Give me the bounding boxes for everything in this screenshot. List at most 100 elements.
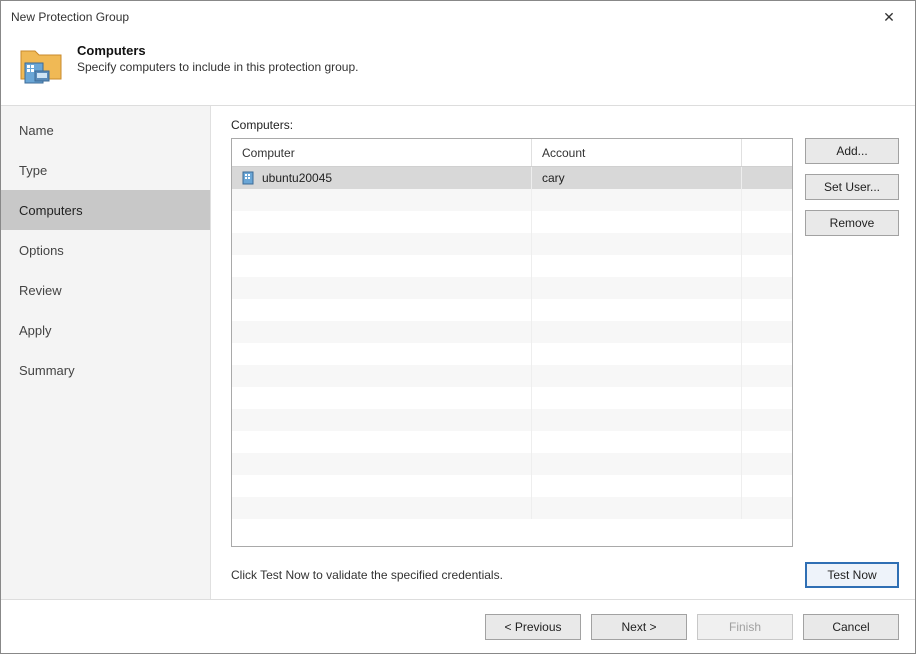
finish-button: Finish — [697, 614, 793, 640]
wizard-sidebar: Name Type Computers Options Review Apply… — [1, 106, 211, 599]
titlebar: New Protection Group ✕ — [1, 1, 915, 33]
table-row[interactable] — [232, 497, 792, 519]
hint-text: Click Test Now to validate the specified… — [231, 568, 503, 582]
sidebar-item-options[interactable]: Options — [1, 230, 210, 270]
sidebar-item-summary[interactable]: Summary — [1, 350, 210, 390]
cell-empty — [532, 343, 742, 365]
cell-empty — [532, 409, 742, 431]
next-button[interactable]: Next > — [591, 614, 687, 640]
test-now-button[interactable]: Test Now — [805, 562, 899, 588]
cell-empty — [532, 431, 742, 453]
cell-empty — [742, 343, 792, 365]
cell-empty — [742, 321, 792, 343]
sidebar-item-apply[interactable]: Apply — [1, 310, 210, 350]
table-row[interactable] — [232, 189, 792, 211]
computers-label: Computers: — [231, 118, 899, 132]
cell-empty — [532, 277, 742, 299]
button-label: Remove — [830, 216, 875, 230]
cell-empty — [232, 299, 532, 321]
cell-empty — [532, 189, 742, 211]
cell-empty — [532, 365, 742, 387]
cell-empty — [232, 497, 532, 519]
header: Computers Specify computers to include i… — [1, 33, 915, 106]
remove-button[interactable]: Remove — [805, 210, 899, 236]
column-account[interactable]: Account — [532, 139, 742, 166]
cell-empty — [742, 409, 792, 431]
table-row[interactable] — [232, 277, 792, 299]
cell-empty — [232, 387, 532, 409]
cell-empty — [232, 343, 532, 365]
cell-empty — [532, 233, 742, 255]
table-row[interactable] — [232, 299, 792, 321]
cell-empty — [742, 211, 792, 233]
computers-table[interactable]: Computer Account ubuntu20045cary — [231, 138, 793, 547]
table-row[interactable] — [232, 211, 792, 233]
cell-empty — [532, 299, 742, 321]
table-row[interactable] — [232, 343, 792, 365]
table-row[interactable] — [232, 233, 792, 255]
sidebar-item-computers[interactable]: Computers — [1, 190, 210, 230]
cell-empty — [742, 387, 792, 409]
main-row: Computer Account ubuntu20045cary Add... … — [231, 138, 899, 547]
button-label: < Previous — [504, 620, 561, 634]
page-title: Computers — [77, 43, 358, 58]
table-row[interactable] — [232, 365, 792, 387]
button-label: Finish — [729, 620, 761, 634]
sidebar-item-label: Name — [19, 123, 54, 138]
cell-empty — [232, 431, 532, 453]
computer-icon — [242, 171, 254, 185]
table-row[interactable] — [232, 453, 792, 475]
sidebar-item-label: Options — [19, 243, 64, 258]
cell-empty — [742, 299, 792, 321]
header-text: Computers Specify computers to include i… — [77, 41, 358, 74]
button-label: Add... — [836, 144, 867, 158]
computers-folder-icon — [17, 41, 65, 89]
column-computer[interactable]: Computer — [232, 139, 532, 166]
cell-empty — [232, 453, 532, 475]
window-title: New Protection Group — [11, 10, 129, 24]
sidebar-item-label: Summary — [19, 363, 75, 378]
cell-spacer — [742, 167, 792, 189]
sidebar-item-type[interactable]: Type — [1, 150, 210, 190]
previous-button[interactable]: < Previous — [485, 614, 581, 640]
cell-empty — [532, 255, 742, 277]
sidebar-item-name[interactable]: Name — [1, 110, 210, 150]
button-label: Next > — [621, 620, 656, 634]
add-button[interactable]: Add... — [805, 138, 899, 164]
cell-empty — [532, 475, 742, 497]
cell-computer: ubuntu20045 — [232, 167, 532, 189]
cell-empty — [532, 321, 742, 343]
cell-empty — [742, 475, 792, 497]
cell-empty — [232, 409, 532, 431]
cell-empty — [742, 255, 792, 277]
set-user-button[interactable]: Set User... — [805, 174, 899, 200]
sidebar-item-label: Type — [19, 163, 47, 178]
table-row[interactable] — [232, 409, 792, 431]
cell-empty — [532, 211, 742, 233]
button-label: Set User... — [824, 180, 880, 194]
close-button[interactable]: ✕ — [869, 3, 909, 31]
table-row[interactable] — [232, 387, 792, 409]
table-row[interactable] — [232, 321, 792, 343]
cell-empty — [532, 453, 742, 475]
main-panel: Computers: Computer Account ubuntu20045c… — [211, 106, 915, 599]
table-row[interactable] — [232, 431, 792, 453]
sidebar-item-label: Computers — [19, 203, 83, 218]
cell-empty — [232, 475, 532, 497]
cell-empty — [232, 255, 532, 277]
sidebar-item-review[interactable]: Review — [1, 270, 210, 310]
sidebar-item-label: Review — [19, 283, 62, 298]
table-row[interactable] — [232, 475, 792, 497]
cell-empty — [232, 321, 532, 343]
table-row[interactable]: ubuntu20045cary — [232, 167, 792, 189]
table-body[interactable]: ubuntu20045cary — [232, 167, 792, 546]
button-label: Test Now — [827, 568, 876, 582]
table-row[interactable] — [232, 255, 792, 277]
cell-empty — [532, 387, 742, 409]
cell-empty — [232, 189, 532, 211]
cancel-button[interactable]: Cancel — [803, 614, 899, 640]
cell-empty — [742, 497, 792, 519]
cell-empty — [742, 365, 792, 387]
side-buttons: Add... Set User... Remove — [805, 138, 899, 547]
hint-row: Click Test Now to validate the specified… — [231, 561, 899, 589]
